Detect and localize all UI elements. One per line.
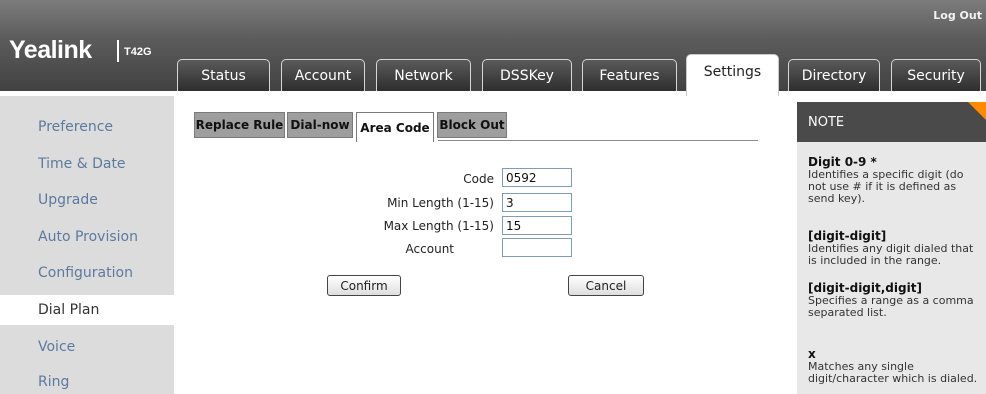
model-label: T42G [124,46,152,58]
note-entry: Digit 0-9 * Identifies a specific digit … [808,156,984,205]
note-entry-desc: Matches any single digit/character which… [808,360,978,385]
subtab-replace-rule[interactable]: Replace Rule [194,112,285,138]
tab-network[interactable]: Network [376,59,471,91]
note-panel: NOTE Digit 0-9 * Identifies a specific d… [797,102,986,394]
sidebar-item-auto-provision[interactable]: Auto Provision [0,222,174,252]
note-corner-marker [968,102,986,120]
subtab-underline [438,140,758,141]
code-input[interactable] [502,168,572,187]
header-bar: Yealink T42G Log Out Status Account Netw… [0,0,986,96]
tab-account[interactable]: Account [281,59,365,91]
tab-security[interactable]: Security [891,59,981,91]
sidebar-item-preference[interactable]: Preference [0,112,174,142]
note-entry: x Matches any single digit/character whi… [808,348,984,385]
max-length-label: Max Length (1-15) [383,219,494,233]
max-length-input[interactable] [502,216,572,235]
tab-settings[interactable]: Settings [686,54,779,96]
note-entry-desc: Identifies any digit dialed that is incl… [808,242,974,267]
note-entry: [digit-digit,digit] Specifies a range as… [808,282,984,319]
subtab-area-code[interactable]: Area Code [356,112,434,142]
account-label: Account [405,242,454,256]
sidebar-item-configuration[interactable]: Configuration [0,258,174,288]
subtab-dial-now[interactable]: Dial-now [287,112,353,138]
page: Yealink T42G Log Out Status Account Netw… [0,0,986,394]
tab-dsskey[interactable]: DSSKey [482,59,572,91]
logout-link[interactable]: Log Out [933,9,982,22]
cancel-button[interactable]: Cancel [568,275,644,296]
note-entry-desc: Specifies a range as a comma separated l… [808,294,974,319]
note-entry: [digit-digit] Identifies any digit diale… [808,230,984,267]
min-length-label: Min Length (1-15) [387,196,494,210]
note-entry-desc: Identifies a specific digit (do not use … [808,168,964,205]
sidebar-item-time-date[interactable]: Time & Date [0,149,174,179]
main-content: Replace Rule Dial-now Area Code Block Ou… [174,96,794,394]
tab-directory[interactable]: Directory [788,59,880,91]
sidebar-item-dial-plan[interactable]: Dial Plan [0,295,174,325]
sidebar-item-voice[interactable]: Voice [0,332,174,362]
code-label: Code [463,172,494,186]
yealink-logo: Yealink [9,36,92,64]
logo-divider [117,40,119,62]
note-header: NOTE [797,102,986,142]
tab-status[interactable]: Status [177,59,270,91]
sidebar-item-upgrade[interactable]: Upgrade [0,185,174,215]
subtab-block-out[interactable]: Block Out [437,112,507,138]
min-length-input[interactable] [502,193,572,212]
sidebar: Preference Time & Date Upgrade Auto Prov… [0,96,174,394]
account-input[interactable] [502,238,572,257]
tab-features[interactable]: Features [582,59,677,91]
confirm-button[interactable]: Confirm [327,275,401,296]
sidebar-item-ring[interactable]: Ring [0,367,174,394]
